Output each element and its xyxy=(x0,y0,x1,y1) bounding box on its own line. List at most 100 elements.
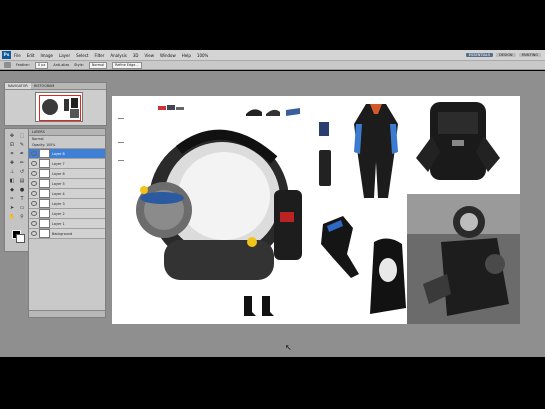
menu-window[interactable]: Window xyxy=(160,53,176,58)
dodge-tool-icon[interactable]: ● xyxy=(18,186,26,193)
layers-panel-title[interactable]: LAYERS xyxy=(29,129,105,136)
gradient-tool-icon[interactable]: ▤ xyxy=(18,177,26,184)
eyedropper-tool-icon[interactable]: ✒ xyxy=(18,150,26,157)
visibility-eye-icon[interactable] xyxy=(31,171,37,176)
menu-select[interactable]: Select xyxy=(76,53,88,58)
visibility-eye-icon[interactable] xyxy=(31,181,37,186)
menu-bar: Ps File Edit Image Layer Select Filter A… xyxy=(0,50,545,61)
hand-tool-icon[interactable]: ✋ xyxy=(8,213,16,220)
menu-image[interactable]: Image xyxy=(40,53,53,58)
visibility-eye-icon[interactable] xyxy=(31,211,37,216)
snorkel-product-image xyxy=(158,105,184,110)
workspace-design[interactable]: DESIGN xyxy=(496,53,516,57)
marquee-tool-preset-icon[interactable] xyxy=(4,62,11,68)
layer-name[interactable]: Background xyxy=(52,232,72,236)
layer-row[interactable]: Background xyxy=(29,229,105,239)
layer-thumbnail xyxy=(39,199,50,208)
layer-name[interactable]: Layer 7 xyxy=(52,162,65,166)
mouse-cursor-icon: ↖ xyxy=(285,343,292,352)
visibility-eye-icon[interactable] xyxy=(31,231,37,236)
quick-select-tool-icon[interactable]: ✎ xyxy=(18,141,26,148)
blend-mode-select[interactable]: Normal xyxy=(32,137,105,141)
layer-row[interactable]: Layer 4 xyxy=(29,189,105,199)
tab-navigator[interactable]: NAVIGATOR xyxy=(5,83,31,89)
zoom-tool-icon[interactable]: ⚲ xyxy=(18,213,26,220)
menu-file[interactable]: File xyxy=(14,53,21,58)
navigator-thumbnail[interactable] xyxy=(35,92,83,122)
tab-histogram[interactable]: HISTOGRAM xyxy=(31,83,58,89)
workspace-essentials[interactable]: ESSENTIALS xyxy=(465,53,494,57)
visibility-eye-icon[interactable] xyxy=(31,161,37,166)
layer-row[interactable]: Layer 5 xyxy=(29,179,105,189)
antialias-checkbox[interactable]: Anti-alias xyxy=(53,63,69,67)
layer-row[interactable]: Layer 7 xyxy=(29,159,105,169)
layer-row[interactable]: Layer 3 xyxy=(29,199,105,209)
photoshop-logo: Ps xyxy=(2,51,11,59)
layer-thumbnail xyxy=(39,219,50,228)
workspace-painting[interactable]: PAINTING xyxy=(518,53,541,57)
layer-list: Layer 8 Layer 7 Layer 6 Layer 5 Layer 4 Layer… xyxy=(29,149,105,239)
menu-help[interactable]: Help xyxy=(182,53,191,58)
visibility-eye-icon[interactable] xyxy=(31,221,37,226)
visibility-eye-icon[interactable] xyxy=(31,151,37,156)
layer-row[interactable]: Layer 1 xyxy=(29,219,105,229)
feather-label: Feather: xyxy=(16,63,30,67)
layer-name[interactable]: Layer 4 xyxy=(52,192,65,196)
blur-tool-icon[interactable]: ◆ xyxy=(8,186,16,193)
layer-name[interactable]: Layer 2 xyxy=(52,212,65,216)
pen-tool-icon[interactable]: ✑ xyxy=(8,195,16,202)
layer-thumbnail xyxy=(39,209,50,218)
bcd-vest-image xyxy=(416,102,500,180)
move-tool-icon[interactable]: ✥ xyxy=(8,132,16,139)
layer-name[interactable]: Layer 5 xyxy=(52,182,65,186)
type-tool-icon[interactable]: T xyxy=(18,195,26,202)
menu-view[interactable]: View xyxy=(145,53,155,58)
layer-thumbnail xyxy=(39,229,50,238)
diver-photo-image xyxy=(407,194,520,324)
layer-thumbnail xyxy=(39,159,50,168)
layer-row[interactable]: Layer 2 xyxy=(29,209,105,219)
layer-thumbnail xyxy=(39,169,50,178)
menu-3d[interactable]: 3D xyxy=(133,53,139,58)
layer-name[interactable]: Layer 3 xyxy=(52,202,65,206)
zoom-level[interactable]: 100% xyxy=(197,53,208,58)
options-bar: Feather: 0 px Anti-alias Style: Normal R… xyxy=(0,61,545,70)
layer-name[interactable]: Layer 1 xyxy=(52,222,65,226)
shape-tool-icon[interactable]: ▭ xyxy=(18,204,26,211)
accessories-image xyxy=(319,122,331,186)
document-canvas[interactable] xyxy=(112,96,520,324)
wetsuit-image xyxy=(354,104,398,198)
layer-name[interactable]: Layer 6 xyxy=(52,172,65,176)
feather-field[interactable]: 0 px xyxy=(34,61,49,69)
layer-row[interactable]: Layer 6 xyxy=(29,169,105,179)
layer-thumbnail xyxy=(39,189,50,198)
visibility-eye-icon[interactable] xyxy=(31,191,37,196)
background-color-swatch[interactable] xyxy=(16,234,25,243)
menu-layer[interactable]: Layer xyxy=(59,53,70,58)
marquee-tool-icon[interactable]: ⬚ xyxy=(18,132,26,139)
layer-name[interactable]: Layer 8 xyxy=(52,152,65,156)
stamp-tool-icon[interactable]: ⊥ xyxy=(8,168,16,175)
layers-footer-toolbar[interactable] xyxy=(29,310,105,317)
navigator-view-box[interactable] xyxy=(39,95,81,121)
opacity-field[interactable]: Opacity: 100% xyxy=(32,143,105,147)
path-select-icon[interactable]: ➤ xyxy=(8,204,16,211)
menu-filter[interactable]: Filter xyxy=(94,53,104,58)
history-brush-icon[interactable]: ↺ xyxy=(18,168,26,175)
menu-analysis[interactable]: Analysis xyxy=(110,53,126,58)
dive-boots-image xyxy=(244,296,274,316)
menu-edit[interactable]: Edit xyxy=(27,53,35,58)
layer-thumbnail xyxy=(39,179,50,188)
layer-thumbnail xyxy=(39,149,50,158)
style-select[interactable]: Normal xyxy=(88,61,108,69)
brush-tool-icon[interactable]: ✏ xyxy=(18,159,26,166)
lasso-tool-icon[interactable]: ᘏ xyxy=(8,141,16,148)
healing-tool-icon[interactable]: ✚ xyxy=(8,159,16,166)
eraser-tool-icon[interactable]: ◧ xyxy=(8,177,16,184)
visibility-eye-icon[interactable] xyxy=(31,201,37,206)
crop-tool-icon[interactable]: ⌗ xyxy=(8,150,16,157)
full-face-mask-image xyxy=(136,129,302,280)
dive-hood-image xyxy=(370,238,406,314)
refine-edge-button[interactable]: Refine Edge... xyxy=(112,61,142,69)
layer-row[interactable]: Layer 8 xyxy=(29,149,105,159)
